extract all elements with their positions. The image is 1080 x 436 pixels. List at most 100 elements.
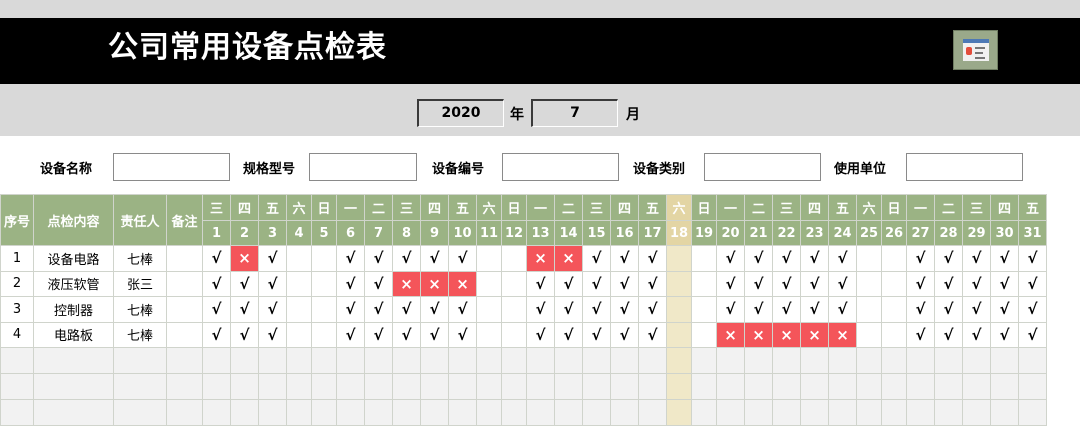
empty-cell[interactable] — [0, 347, 34, 374]
empty-cell[interactable] — [286, 296, 312, 323]
fail-cell[interactable]: × — [230, 245, 259, 272]
empty-cell[interactable] — [881, 270, 907, 297]
empty-cell[interactable] — [501, 296, 527, 323]
empty-cell[interactable] — [364, 373, 393, 400]
empty-cell[interactable] — [311, 296, 337, 323]
check-cell[interactable]: √ — [744, 296, 773, 323]
empty-cell[interactable] — [392, 347, 421, 374]
check-cell[interactable]: √ — [716, 245, 745, 272]
empty-cell[interactable] — [906, 373, 935, 400]
check-cell[interactable]: √ — [336, 321, 365, 348]
empty-cell[interactable] — [856, 321, 882, 348]
empty-cell[interactable] — [258, 373, 287, 400]
empty-cell[interactable] — [856, 270, 882, 297]
empty-cell[interactable] — [113, 373, 167, 400]
content-cell[interactable]: 电路板 — [33, 321, 114, 348]
check-cell[interactable]: √ — [336, 270, 365, 297]
check-cell[interactable]: √ — [448, 321, 477, 348]
seq-cell[interactable]: 3 — [0, 296, 34, 323]
empty-cell[interactable] — [772, 373, 801, 400]
fail-cell[interactable]: × — [744, 321, 773, 348]
empty-cell[interactable] — [286, 270, 312, 297]
empty-cell[interactable] — [258, 399, 287, 426]
empty-cell[interactable] — [582, 347, 611, 374]
empty-cell[interactable] — [33, 347, 114, 374]
empty-cell[interactable] — [716, 399, 745, 426]
empty-cell[interactable] — [554, 347, 583, 374]
check-cell[interactable]: √ — [1018, 245, 1047, 272]
check-cell[interactable]: √ — [202, 270, 231, 297]
empty-cell[interactable] — [526, 373, 555, 400]
empty-cell[interactable] — [744, 347, 773, 374]
fail-cell[interactable]: × — [392, 270, 421, 297]
check-cell[interactable]: √ — [610, 321, 639, 348]
empty-cell[interactable] — [526, 399, 555, 426]
check-cell[interactable]: √ — [800, 270, 829, 297]
empty-cell[interactable] — [501, 399, 527, 426]
empty-cell[interactable] — [501, 373, 527, 400]
check-cell[interactable]: √ — [962, 270, 991, 297]
owner-cell[interactable]: 七棒 — [113, 321, 167, 348]
equipment-name-input[interactable] — [113, 153, 230, 181]
empty-cell[interactable] — [990, 347, 1019, 374]
equipment-number-input[interactable] — [502, 153, 619, 181]
empty-cell[interactable] — [881, 296, 907, 323]
check-cell[interactable]: √ — [364, 296, 393, 323]
check-cell[interactable]: √ — [448, 245, 477, 272]
check-cell[interactable]: √ — [258, 245, 287, 272]
empty-cell[interactable] — [420, 347, 449, 374]
empty-cell[interactable] — [666, 373, 692, 400]
equipment-category-input[interactable] — [704, 153, 821, 181]
check-cell[interactable]: √ — [202, 321, 231, 348]
check-cell[interactable]: √ — [336, 245, 365, 272]
empty-cell[interactable] — [744, 373, 773, 400]
empty-cell[interactable] — [716, 347, 745, 374]
check-cell[interactable]: √ — [448, 296, 477, 323]
check-cell[interactable]: √ — [962, 321, 991, 348]
empty-cell[interactable] — [610, 373, 639, 400]
check-cell[interactable]: √ — [526, 270, 555, 297]
fail-cell[interactable]: × — [772, 321, 801, 348]
empty-cell[interactable] — [934, 373, 963, 400]
check-cell[interactable]: √ — [230, 296, 259, 323]
check-cell[interactable]: √ — [906, 296, 935, 323]
empty-cell[interactable] — [881, 347, 907, 374]
check-cell[interactable]: √ — [1018, 321, 1047, 348]
check-cell[interactable]: √ — [990, 245, 1019, 272]
check-cell[interactable]: √ — [934, 270, 963, 297]
empty-cell[interactable] — [906, 347, 935, 374]
empty-cell[interactable] — [202, 347, 231, 374]
empty-cell[interactable] — [166, 347, 203, 374]
empty-cell[interactable] — [364, 399, 393, 426]
check-cell[interactable]: √ — [230, 321, 259, 348]
empty-cell[interactable] — [476, 373, 502, 400]
empty-cell[interactable] — [610, 347, 639, 374]
id-card-icon[interactable] — [953, 30, 998, 70]
empty-cell[interactable] — [230, 399, 259, 426]
check-cell[interactable]: √ — [392, 296, 421, 323]
empty-cell[interactable] — [554, 399, 583, 426]
check-cell[interactable]: √ — [1018, 296, 1047, 323]
empty-cell[interactable] — [230, 373, 259, 400]
empty-cell[interactable] — [582, 373, 611, 400]
empty-cell[interactable] — [476, 321, 502, 348]
empty-cell[interactable] — [856, 347, 882, 374]
check-cell[interactable]: √ — [800, 296, 829, 323]
empty-cell[interactable] — [800, 399, 829, 426]
empty-cell[interactable] — [666, 245, 692, 272]
empty-cell[interactable] — [716, 373, 745, 400]
empty-cell[interactable] — [828, 373, 857, 400]
empty-cell[interactable] — [311, 373, 337, 400]
empty-cell[interactable] — [666, 321, 692, 348]
check-cell[interactable]: √ — [772, 270, 801, 297]
seq-cell[interactable]: 4 — [0, 321, 34, 348]
empty-cell[interactable] — [501, 270, 527, 297]
owner-cell[interactable]: 七棒 — [113, 296, 167, 323]
empty-cell[interactable] — [202, 373, 231, 400]
empty-cell[interactable] — [501, 321, 527, 348]
check-cell[interactable]: √ — [934, 321, 963, 348]
empty-cell[interactable] — [501, 347, 527, 374]
note-cell[interactable] — [166, 245, 203, 272]
empty-cell[interactable] — [906, 399, 935, 426]
empty-cell[interactable] — [638, 347, 667, 374]
